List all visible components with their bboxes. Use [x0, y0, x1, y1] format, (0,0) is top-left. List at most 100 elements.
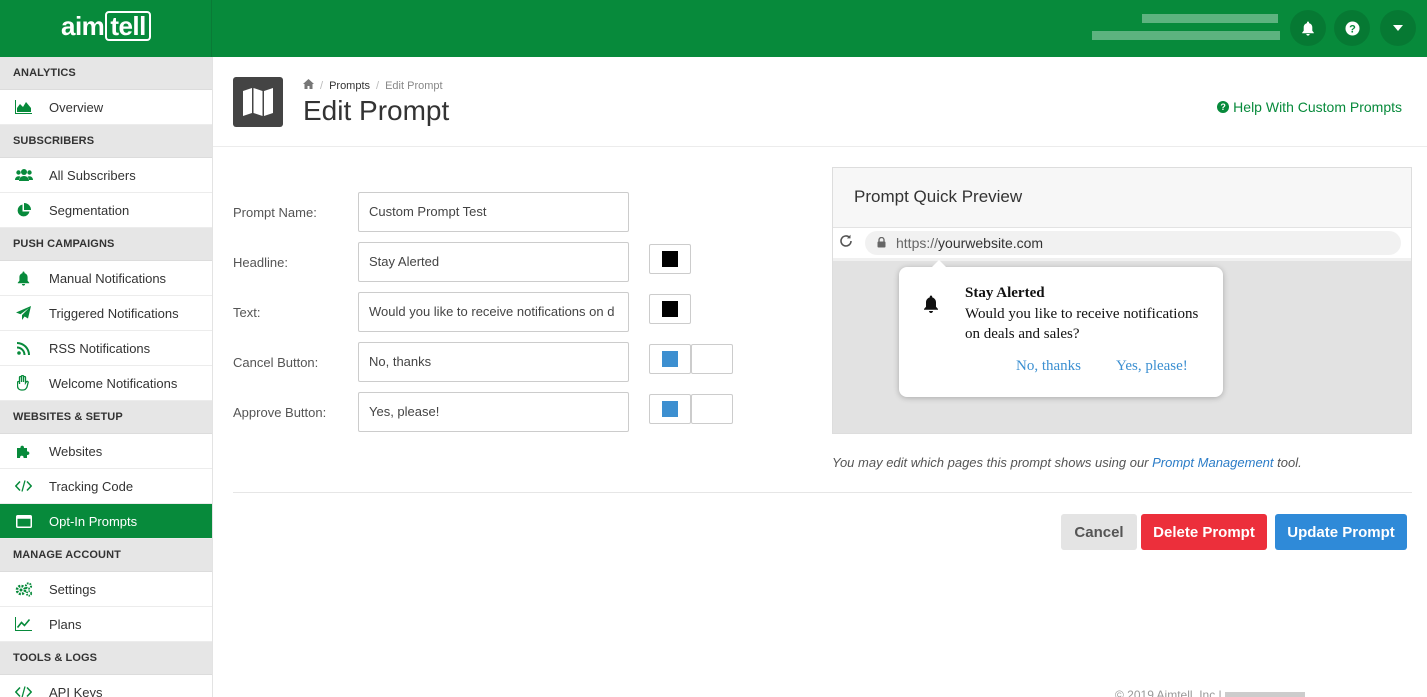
approve-bg-color-picker[interactable] — [691, 394, 733, 424]
approve-bg-color-swatch — [704, 401, 720, 417]
prompt-name-input[interactable]: Custom Prompt Test — [358, 192, 629, 232]
sidebar-section-tools-logs: TOOLS & LOGS — [0, 642, 212, 675]
approve-text-color-picker[interactable] — [649, 394, 691, 424]
sidebar-item-label: Tracking Code — [49, 478, 134, 494]
prompt-name-row: Prompt Name: Custom Prompt Test — [233, 192, 629, 232]
note-suffix: tool. — [1273, 455, 1302, 470]
breadcrumb-prompts[interactable]: Prompts — [329, 80, 370, 92]
preview-title: Prompt Quick Preview — [833, 168, 1411, 228]
page-header: / Prompts / Edit Prompt Edit Prompt ? He… — [213, 57, 1427, 147]
sidebar-item-welcome-notifications[interactable]: Welcome Notifications — [0, 366, 212, 401]
notification-cancel-button[interactable]: No, thanks — [1016, 358, 1081, 375]
notification-title: Stay Alerted — [965, 285, 1045, 301]
update-prompt-button[interactable]: Update Prompt — [1275, 514, 1407, 550]
user-info[interactable] — [1092, 14, 1280, 48]
sidebar-item-triggered-notifications[interactable]: Triggered Notifications — [0, 296, 212, 331]
headline-input[interactable]: Stay Alerted — [358, 242, 629, 282]
text-input[interactable]: Would you like to receive notifications … — [358, 292, 629, 332]
delete-prompt-button[interactable]: Delete Prompt — [1141, 514, 1267, 550]
svg-text:?: ? — [1349, 23, 1356, 35]
puzzle-icon — [14, 443, 33, 459]
approve-button-input[interactable]: Yes, please! — [358, 392, 629, 432]
user-email-redacted — [1142, 14, 1278, 23]
sidebar-item-label: Welcome Notifications — [49, 375, 178, 391]
text-color-picker[interactable] — [649, 294, 691, 324]
approve-text-color-swatch — [662, 401, 678, 417]
text-row: Text: Would you like to receive notifica… — [233, 292, 629, 332]
prompt-preview-panel: Prompt Quick Preview https://yourwebsite… — [832, 167, 1412, 434]
sidebar-section-subscribers: SUBSCRIBERS — [0, 125, 212, 158]
bell-icon — [923, 295, 939, 319]
sidebar-item-label: Websites — [49, 443, 103, 459]
sidebar-item-manual-notifications[interactable]: Manual Notifications — [0, 261, 212, 296]
footer-link-redacted[interactable] — [1225, 691, 1306, 697]
cancel-button[interactable]: Cancel — [1061, 514, 1137, 550]
sidebar-item-label: Plans — [49, 616, 82, 632]
top-bar: aim tell ? — [0, 0, 1427, 57]
headline-color-picker[interactable] — [649, 244, 691, 274]
logo[interactable]: aim tell — [0, 0, 212, 57]
sidebar-item-label: Settings — [49, 581, 96, 597]
cancel-button-label: Cancel Button: — [233, 354, 319, 370]
sidebar-item-label: Triggered Notifications — [49, 305, 179, 321]
note-prefix: You may edit which pages this prompt sho… — [832, 455, 1153, 470]
cancel-button-input[interactable]: No, thanks — [358, 342, 629, 382]
sidebar-item-label: All Subscribers — [49, 167, 136, 183]
question-circle-icon: ? — [1345, 21, 1359, 35]
sidebar-item-overview[interactable]: Overview — [0, 90, 212, 125]
sidebar-item-label: Opt-In Prompts — [49, 513, 138, 529]
question-circle-icon: ? — [1217, 101, 1230, 113]
gears-icon — [14, 581, 33, 597]
sidebar-item-api-keys[interactable]: API Keys — [0, 675, 212, 697]
notification-approve-button[interactable]: Yes, please! — [1116, 358, 1188, 375]
breadcrumb-separator: / — [320, 79, 324, 92]
code-icon — [14, 478, 33, 494]
home-icon[interactable] — [303, 79, 314, 92]
cancel-text-color-swatch — [662, 351, 678, 367]
bell-icon — [1302, 21, 1314, 36]
text-color-swatch — [662, 301, 678, 317]
headline-color-swatch — [662, 251, 678, 267]
sidebar-item-rss-notifications[interactable]: RSS Notifications — [0, 331, 212, 366]
logo-text-box: tell — [105, 11, 151, 41]
sidebar-item-opt-in-prompts[interactable]: Opt-In Prompts — [0, 504, 212, 539]
help-custom-prompts-link[interactable]: ? Help With Custom Prompts — [1217, 99, 1402, 115]
user-url-redacted — [1092, 31, 1280, 40]
users-icon — [14, 167, 33, 183]
help-button[interactable]: ? — [1334, 10, 1370, 46]
line-chart-icon — [14, 616, 33, 632]
cancel-button-row: Cancel Button: No, thanks — [233, 342, 629, 382]
sidebar-item-label: Segmentation — [49, 202, 130, 218]
sidebar-item-plans[interactable]: Plans — [0, 607, 212, 642]
area-chart-icon — [14, 99, 33, 115]
approve-button-row: Approve Button: Yes, please! — [233, 392, 629, 432]
breadcrumb: / Prompts / Edit Prompt — [303, 79, 443, 92]
headline-row: Headline: Stay Alerted — [233, 242, 629, 282]
reload-icon — [839, 234, 853, 253]
sidebar-item-websites[interactable]: Websites — [0, 434, 212, 469]
bell-icon — [14, 270, 33, 286]
logo-text-main: aim — [61, 11, 105, 41]
text-label: Text: — [233, 304, 261, 320]
url-host: yourwebsite.com — [938, 235, 1044, 251]
sidebar-item-settings[interactable]: Settings — [0, 572, 212, 607]
cancel-text-color-picker[interactable] — [649, 344, 691, 374]
cancel-bg-color-swatch — [704, 351, 720, 367]
rss-icon — [14, 340, 33, 356]
prompt-management-note: You may edit which pages this prompt sho… — [832, 455, 1302, 470]
notifications-button[interactable] — [1290, 10, 1326, 46]
prompt-management-link[interactable]: Prompt Management — [1152, 455, 1273, 470]
code-icon — [14, 684, 33, 697]
page-title: Edit Prompt — [303, 95, 450, 126]
sidebar-item-segmentation[interactable]: Segmentation — [0, 193, 212, 228]
sidebar-section-manage-account: MANAGE ACCOUNT — [0, 539, 212, 572]
account-menu-button[interactable] — [1380, 10, 1416, 46]
sidebar-item-all-subscribers[interactable]: All Subscribers — [0, 158, 212, 193]
url-scheme: https:// — [896, 235, 939, 251]
sidebar-item-tracking-code[interactable]: Tracking Code — [0, 469, 212, 504]
cancel-bg-color-picker[interactable] — [691, 344, 733, 374]
browser-bar: https://yourwebsite.com — [833, 228, 1411, 261]
sidebar-section-analytics: ANALYTICS — [0, 57, 212, 90]
breadcrumb-separator: / — [376, 79, 380, 92]
footer: © 2019 Aimtell, Inc | — [1115, 688, 1306, 697]
